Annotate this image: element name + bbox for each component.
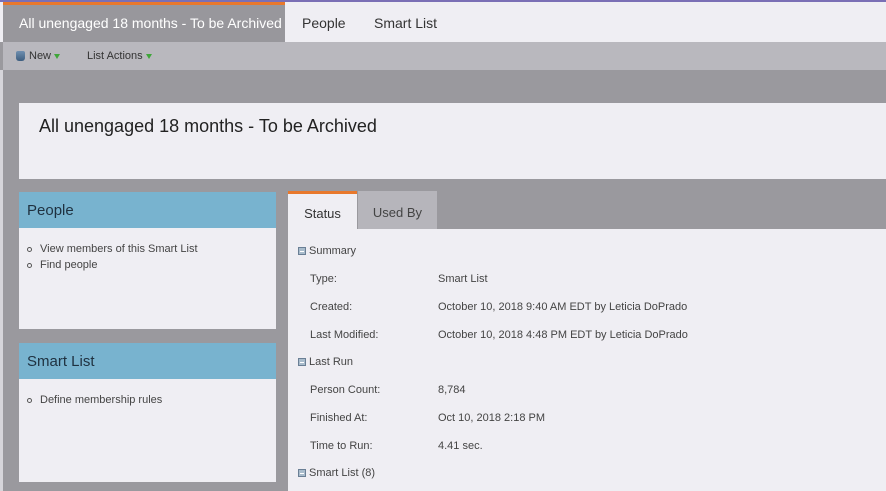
finished-at-value: Oct 10, 2018 2:18 PM [438, 412, 546, 424]
define-rules-link[interactable]: Define membership rules [27, 392, 276, 408]
collapse-icon [298, 469, 306, 477]
last-run-section-toggle[interactable]: Last Run [298, 356, 353, 368]
top-tab-bar: All unengaged 18 months - To be Archived… [0, 0, 886, 42]
find-people-label: Find people [40, 259, 98, 271]
smart-list-links: Define membership rules [19, 379, 276, 408]
people-panel: People View members of this Smart List F… [19, 192, 276, 329]
smart-list-section-heading: Smart List (8) [309, 467, 376, 479]
view-members-link[interactable]: View members of this Smart List [27, 241, 276, 257]
created-label: Created: [310, 301, 353, 313]
bullet-icon [27, 262, 32, 268]
header-panel: All unengaged 18 months - To be Archived [19, 103, 886, 179]
new-label: New [29, 49, 52, 62]
list-actions-menu-button[interactable]: List Actions [87, 42, 152, 70]
tab-used-by[interactable]: Used By [358, 191, 437, 229]
define-rules-label: Define membership rules [40, 394, 163, 406]
summary-heading: Summary [309, 245, 357, 257]
tab-status[interactable]: Status [288, 191, 357, 229]
bullet-icon [27, 397, 32, 403]
created-value: October 10, 2018 9:40 AM EDT by Leticia … [438, 301, 688, 313]
tab-smart-list[interactable]: Smart List [374, 2, 437, 42]
smart-list-panel: Smart List Define membership rules [19, 343, 276, 482]
smart-list-panel-title: Smart List [19, 343, 276, 379]
dropdown-arrow-icon [54, 53, 61, 59]
find-people-link[interactable]: Find people [27, 257, 276, 273]
tab-list-name[interactable]: All unengaged 18 months - To be Archived [3, 2, 285, 42]
last-modified-label: Last Modified: [310, 329, 379, 341]
person-count-value: 8,784 [438, 384, 466, 396]
toolbar: New List Actions [3, 42, 886, 70]
summary-section-toggle[interactable]: Summary [298, 245, 356, 257]
people-panel-title: People [19, 192, 276, 228]
page-title: All unengaged 18 months - To be Archived [39, 116, 377, 136]
status-content: Summary Type: Smart List Created: Octobe… [288, 229, 886, 491]
left-edge-strip [0, 70, 3, 491]
last-modified-value: October 10, 2018 4:48 PM EDT by Leticia … [438, 329, 688, 341]
time-to-run-value: 4.41 sec. [438, 440, 483, 452]
bullet-icon [27, 246, 32, 252]
dropdown-arrow-icon [145, 53, 152, 59]
finished-at-label: Finished At: [310, 412, 368, 424]
new-menu-button[interactable]: New [16, 42, 61, 70]
view-members-label: View members of this Smart List [40, 243, 198, 255]
time-to-run-label: Time to Run: [310, 440, 373, 452]
tab-people[interactable]: People [302, 2, 346, 42]
type-value: Smart List [438, 273, 488, 285]
list-actions-label: List Actions [87, 49, 143, 62]
last-run-heading: Last Run [309, 356, 354, 368]
people-links: View members of this Smart List Find peo… [19, 228, 276, 273]
collapse-icon [298, 247, 306, 255]
person-count-label: Person Count: [310, 384, 381, 396]
database-icon [16, 51, 25, 61]
collapse-icon [298, 358, 306, 366]
smart-list-section-toggle[interactable]: Smart List (8) [298, 467, 375, 479]
type-label: Type: [310, 273, 337, 285]
